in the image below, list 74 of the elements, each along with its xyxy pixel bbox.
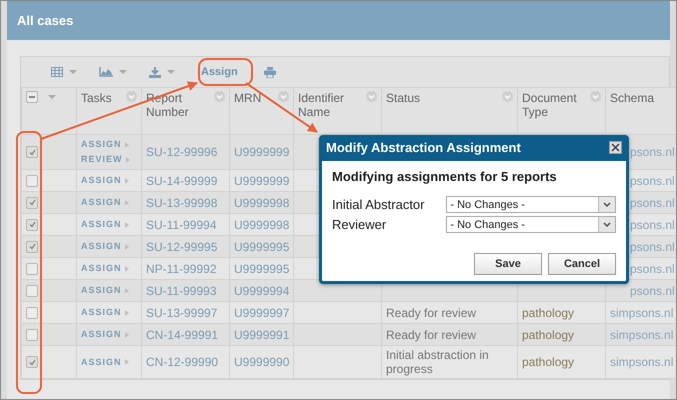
download-icon[interactable] bbox=[149, 66, 161, 78]
grid-icon[interactable] bbox=[51, 67, 63, 77]
task-link[interactable]: ASSIGN bbox=[81, 137, 122, 152]
check-icon bbox=[28, 243, 36, 250]
triangle-icon bbox=[126, 156, 130, 162]
minus-icon bbox=[29, 96, 35, 98]
triangle-icon bbox=[124, 142, 129, 148]
table-cell: psons.nl bbox=[630, 240, 675, 254]
check-icon bbox=[28, 199, 36, 206]
table-cell: U9999990 bbox=[234, 355, 290, 369]
task-link[interactable]: REVIEW bbox=[81, 152, 123, 167]
dialog-button[interactable]: Cancel bbox=[548, 253, 616, 275]
table-cell: psons.nl bbox=[630, 284, 675, 298]
triangle-icon bbox=[124, 310, 129, 316]
table-cell: U9999998 bbox=[234, 196, 290, 210]
table-cell: U9999994 bbox=[234, 284, 290, 298]
triangle-icon bbox=[124, 288, 129, 294]
triangle-icon bbox=[124, 266, 129, 272]
area-chart-icon[interactable] bbox=[99, 67, 113, 77]
dropdown-field[interactable]: - No Changes - bbox=[446, 216, 616, 233]
print-icon[interactable] bbox=[264, 66, 276, 78]
row-checkbox[interactable] bbox=[26, 146, 38, 158]
select-all-checkbox[interactable] bbox=[26, 91, 38, 103]
table-cell: psons.nl bbox=[630, 262, 675, 276]
table-cell: Ready for review bbox=[386, 328, 476, 342]
table-cell: psons.nl bbox=[630, 218, 675, 232]
table-cell: Ready for review bbox=[386, 306, 476, 320]
triangle-icon bbox=[124, 244, 129, 250]
table-cell: U9999999 bbox=[234, 145, 290, 159]
table-cell: simpsons.nl bbox=[610, 328, 674, 342]
callout-outline bbox=[198, 58, 253, 86]
row-checkbox[interactable] bbox=[26, 174, 38, 186]
row-checkbox[interactable] bbox=[26, 356, 38, 368]
dialog-title: Modify Abstraction Assignment bbox=[326, 140, 521, 155]
row-checkbox[interactable] bbox=[26, 328, 38, 340]
row-checkbox[interactable] bbox=[26, 306, 38, 318]
check-icon bbox=[28, 221, 36, 228]
table-cell: pathology bbox=[522, 355, 574, 369]
dialog-button[interactable]: Save bbox=[474, 253, 542, 275]
caret-icon[interactable] bbox=[603, 222, 611, 227]
caret-icon[interactable] bbox=[603, 202, 611, 207]
row-checkbox[interactable] bbox=[26, 196, 38, 208]
dialog-heading: Modifying assignments for 5 reports bbox=[332, 169, 558, 184]
table-cell: psons.nl bbox=[630, 196, 675, 210]
table-cell: U9999991 bbox=[234, 328, 290, 342]
table-cell: pathology bbox=[522, 306, 574, 320]
table-cell: simpsons.nl bbox=[610, 306, 674, 320]
check-icon bbox=[28, 148, 36, 156]
close-icon[interactable] bbox=[609, 141, 622, 154]
check-icon bbox=[28, 358, 36, 366]
panel-title: All cases bbox=[7, 1, 670, 40]
table-cell: pathology bbox=[522, 328, 574, 342]
field-label: Reviewer bbox=[332, 217, 388, 232]
table-cell: psons.nl bbox=[630, 145, 675, 159]
table-cell: U9999995 bbox=[234, 262, 290, 276]
triangle-icon bbox=[124, 222, 129, 228]
assign-button[interactable]: Assign bbox=[197, 63, 242, 81]
triangle-icon bbox=[124, 359, 129, 365]
table-cell: U9999995 bbox=[234, 240, 290, 254]
row-checkbox[interactable] bbox=[26, 284, 38, 296]
row-checkbox[interactable] bbox=[26, 240, 38, 252]
table-cell: U9999998 bbox=[234, 218, 290, 232]
triangle-icon bbox=[124, 200, 129, 206]
table-cell: U9999997 bbox=[234, 306, 290, 320]
table-cell: Initial abstraction in progress bbox=[386, 348, 489, 376]
table-cell: psons.nl bbox=[630, 174, 675, 188]
row-checkbox[interactable] bbox=[26, 262, 38, 274]
table-cell: simpsons.nl bbox=[610, 355, 674, 369]
triangle-icon bbox=[124, 332, 129, 338]
field-label: Initial Abstractor bbox=[332, 197, 426, 212]
dropdown-field[interactable]: - No Changes - bbox=[446, 196, 616, 213]
row-checkbox[interactable] bbox=[26, 218, 38, 230]
triangle-icon bbox=[124, 178, 129, 184]
table-cell: U9999999 bbox=[234, 174, 290, 188]
